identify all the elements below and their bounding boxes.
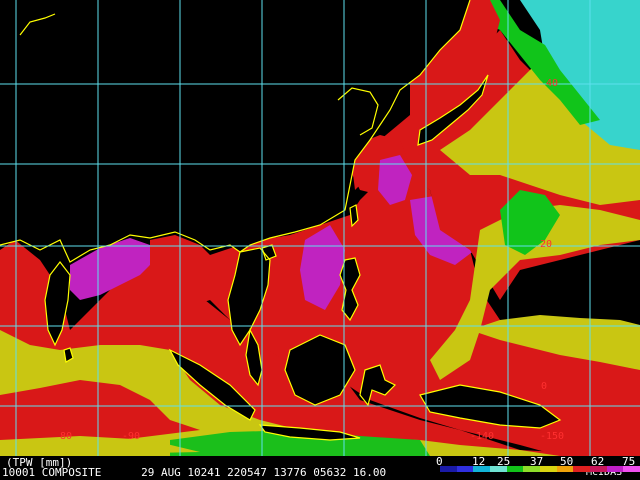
lon-label-80: 80 (60, 431, 73, 442)
colorbar-segment (606, 466, 624, 472)
colorbar-segment (456, 466, 474, 472)
satellite-image-display: 40 20 0 80 -90 -140 -150 (TPW [mm]) 1000… (0, 0, 640, 480)
lon-label-minus-90: -90 (122, 431, 141, 442)
colorbar-segment (523, 466, 541, 472)
colorbar-segment (540, 466, 557, 472)
lat-label-40: 40 (546, 78, 559, 89)
lon-label-minus-140: -140 (470, 431, 495, 442)
colorbar-segment (506, 466, 524, 472)
product-info-line: 10001 COMPOSITE 29 AUG 10241 220547 1377… (2, 466, 387, 479)
colorbar-segment (556, 466, 574, 472)
colorbar-segment (490, 466, 507, 472)
colorbar-segment (473, 466, 491, 472)
tpw-colorbar (440, 466, 640, 472)
lon-label-minus-150: -150 (540, 431, 565, 442)
colorbar-segment (440, 466, 457, 472)
colorbar-segment (573, 466, 591, 472)
colorbar-segment (623, 466, 640, 472)
lat-label-20: 20 (540, 239, 553, 250)
lat-label-0: 0 (541, 381, 548, 392)
colorbar-segment (590, 466, 607, 472)
